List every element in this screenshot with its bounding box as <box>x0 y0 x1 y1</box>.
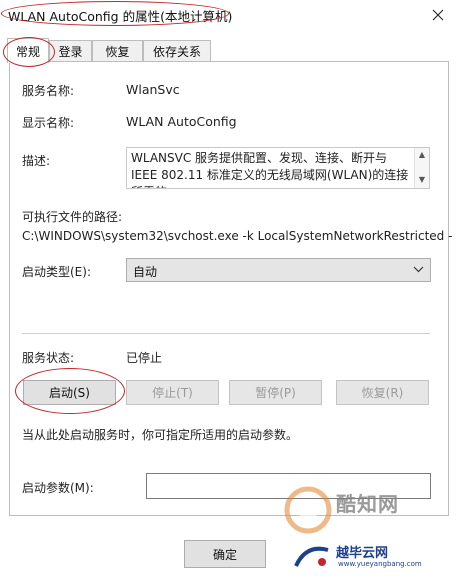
resume-button[interactable]: 恢复(R) <box>336 380 429 405</box>
exe-path-label: 可执行文件的路径: <box>22 210 123 224</box>
description-label: 描述: <box>22 154 51 168</box>
description-text: WLANSVC 服务提供配置、发现、连接、断开与 IEEE 802.11 标准定… <box>131 151 409 188</box>
status-value: 已停止 <box>126 351 163 365</box>
scroll-up-icon[interactable]: ▲ <box>415 150 429 159</box>
description-box: WLANSVC 服务提供配置、发现、连接、断开与 IEEE 802.11 标准定… <box>126 147 430 189</box>
service-name-value: WlanSvc <box>126 82 180 97</box>
pause-button[interactable]: 暂停(P) <box>229 380 322 405</box>
watermark-brand-icon <box>294 546 329 567</box>
display-name-value: WLAN AutoConfig <box>126 114 237 129</box>
startup-type-value: 自动 <box>133 265 158 279</box>
tab-dependencies[interactable]: 依存关系 <box>143 40 211 62</box>
window-title: WLAN AutoConfig 的属性(本地计算机) <box>8 9 233 24</box>
startup-type-label: 启动类型(E): <box>22 265 91 279</box>
stop-button[interactable]: 停止(T) <box>126 380 219 405</box>
separator <box>22 333 430 334</box>
startup-type-select[interactable]: 自动 <box>126 258 431 282</box>
start-button[interactable]: 启动(S) <box>23 380 116 405</box>
tab-recovery[interactable]: 恢复 <box>92 40 143 62</box>
start-params-label: 启动参数(M): <box>22 481 94 495</box>
watermark-text-secondary: 越毕云网 <box>336 546 389 561</box>
tab-logon[interactable]: 登录 <box>49 40 92 62</box>
ok-button[interactable]: 确定 <box>184 540 266 568</box>
start-params-input[interactable] <box>146 473 431 499</box>
chevron-down-icon <box>413 266 424 273</box>
service-name-label: 服务名称: <box>22 84 75 98</box>
status-label: 服务状态: <box>22 351 75 365</box>
watermark-url: www.yueyangbang.com <box>338 560 422 568</box>
general-panel <box>9 61 449 516</box>
title-bar: WLAN AutoConfig 的属性(本地计算机) <box>0 0 460 30</box>
tab-strip: 常规 登录 恢复 依存关系 <box>0 38 460 63</box>
tab-general[interactable]: 常规 <box>7 38 49 63</box>
display-name-label: 显示名称: <box>22 116 75 130</box>
description-scrollbar[interactable]: ▲ ▼ <box>414 148 429 188</box>
close-icon <box>432 9 444 21</box>
start-params-hint: 当从此处启动服务时，你可指定所适用的启动参数。 <box>22 428 299 442</box>
exe-path-value: C:\WINDOWS\system32\svchost.exe -k Local… <box>22 229 453 243</box>
close-button[interactable] <box>416 0 460 30</box>
scroll-down-icon[interactable]: ▼ <box>415 175 429 184</box>
